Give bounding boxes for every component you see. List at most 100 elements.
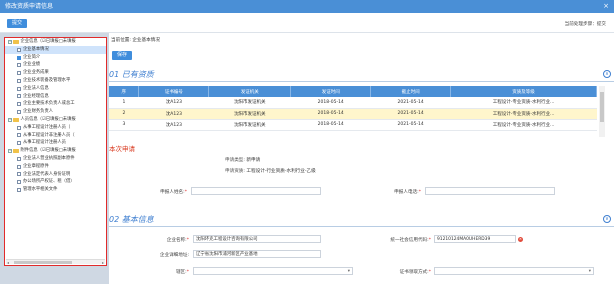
required-mark: * (428, 238, 431, 243)
column-header[interactable]: 序 (109, 86, 140, 97)
checkbox-icon[interactable] (17, 180, 21, 185)
column-header[interactable]: 发证时间 (290, 86, 372, 97)
table-row[interactable]: 2 沈A123 沈阳市发证机关 2018-05-14 2021-05-14 工程设计-专业… (109, 108, 597, 120)
tree-item[interactable]: 企业主要技术负责人或总工 (5, 100, 106, 108)
tree-group[interactable]: − 企业信息（☑已填报□未填报 (5, 38, 106, 46)
checkbox-icon[interactable] (17, 63, 21, 68)
checkbox-icon[interactable] (17, 55, 21, 60)
tree-horizontal-scrollbar[interactable]: ◂ ▸ (6, 259, 105, 265)
cert-method-text: 证书领取方式: (399, 270, 429, 275)
scrollbar-thumb[interactable] (14, 261, 72, 264)
table-cell: 2021-05-14 (370, 97, 451, 109)
checkbox-icon[interactable] (17, 94, 21, 99)
tree-item-label: 企业法人信息 (23, 85, 49, 91)
table-vertical-scrollbar[interactable] (599, 86, 605, 137)
tree-item[interactable]: 企业业务成果 (5, 69, 106, 77)
collapse-down-icon[interactable]: ∨ (603, 215, 611, 223)
checkbox-icon[interactable] (17, 86, 21, 91)
verify-icon[interactable]: ✕ (518, 236, 523, 242)
apply-type: 申请类型: 新申请 (225, 157, 260, 163)
checkbox-icon[interactable] (17, 172, 21, 177)
tree-group[interactable]: − 人员信息（☑已填报□未填报 (5, 116, 106, 124)
tree-item[interactable]: 企业法人营业执照副本原件 (5, 155, 106, 163)
table-cell: 工程设计-专业资质-水利行业... (450, 108, 597, 120)
table-cell: 工程设计-专业资质-水利行业... (450, 119, 597, 131)
table-cell: 2018-05-14 (290, 108, 371, 120)
checkbox-icon[interactable] (17, 102, 21, 107)
qualification-table: 序证书编号 发证机关 发证时间 截止时间 资质及等级 1 沈A123 沈阳市发证机关 2018… (109, 86, 597, 131)
tree-item[interactable]: 企业技术装备及管理水平 (5, 77, 106, 85)
collapse-up-icon[interactable]: ∧ (603, 70, 611, 78)
column-header[interactable]: 资质及等级 (450, 86, 597, 97)
collapse-icon[interactable]: − (8, 149, 12, 154)
cert-method-select[interactable] (434, 267, 594, 275)
company-name-input[interactable]: 沈阳环克工程设计咨询有限公司 (193, 235, 321, 243)
section-title-text: 已有资质 (121, 70, 154, 79)
applicant-name-label: 申报人姓名:* (149, 189, 187, 195)
table-row[interactable]: 1 沈A123 沈阳市发证机关 2018-05-14 2021-05-14 工程设计-专业… (109, 97, 597, 109)
address-input[interactable]: 辽宁省沈阳市浦河新区产业基地 (193, 250, 321, 258)
scroll-left-icon[interactable]: ◂ (7, 260, 9, 265)
section-title-existing: 01 已有资质 (109, 69, 154, 80)
table-cell: 2021-05-14 (370, 108, 451, 120)
table-cell: 2018-05-14 (290, 119, 371, 131)
credit-code-input[interactable]: 91210124MA0UHERD39 (434, 235, 516, 243)
table-cell: 2 (109, 108, 139, 120)
tree-item[interactable]: 从事工程设计注册人员（ (5, 124, 106, 132)
section-title-basic: 02 基本信息 (109, 214, 154, 225)
tree-group-label: 附件信息（☑已填报□未填报 (20, 148, 76, 154)
table-cell: 2021-05-14 (370, 119, 451, 131)
tree-item[interactable]: 管理水平相关文件 (5, 186, 106, 194)
column-header[interactable]: 截止时间 (370, 86, 452, 97)
checkbox-icon[interactable] (17, 164, 21, 169)
apply-qualification-value: 工程设计-行业资质-水利行业-乙级 (246, 169, 316, 174)
checkbox-icon[interactable] (17, 188, 21, 193)
folder-icon (13, 39, 19, 44)
table-cell: 沈A123 (138, 108, 209, 120)
section-title-text: 基本信息 (121, 215, 154, 224)
tree-item[interactable]: 企业基本情况 (5, 45, 106, 54)
tree-item[interactable]: 企业经理信息 (5, 93, 106, 101)
section-number: 01 (109, 70, 120, 79)
tree-item-label: 办公场所产权证、租（借） (23, 179, 75, 185)
tree-item[interactable]: 企业简介 (5, 54, 106, 62)
left-tree-panel: − 企业信息（☑已填报□未填报 企业基本情况 企业简介 企业业绩 企业业务成果 企业技术装备… (4, 37, 107, 266)
save-button[interactable]: 保存 (112, 51, 133, 60)
applicant-name-input[interactable] (191, 187, 321, 195)
checkbox-icon[interactable] (17, 78, 21, 83)
checkbox-icon[interactable] (17, 47, 21, 52)
tree-group[interactable]: − 附件信息（☑已填报□未填报 (5, 147, 106, 155)
applicant-phone-input[interactable] (425, 187, 555, 195)
column-header[interactable]: 证书编号 (138, 86, 210, 97)
scrollbar-thumb[interactable] (600, 92, 604, 122)
checkbox-icon[interactable] (17, 141, 21, 146)
checkbox-icon[interactable] (17, 125, 21, 130)
tree-item[interactable]: 企业业绩 (5, 61, 106, 69)
tree-item[interactable]: 从事工程设计注册人员 (5, 139, 106, 147)
table-cell: 1 (109, 97, 139, 109)
tree-item[interactable]: 从事工程设计非注册人员（ (5, 132, 106, 140)
applicant-phone-text: 申报人电话: (394, 190, 419, 195)
applicant-phone-label: 申报人电话:* (381, 189, 421, 195)
tree-item[interactable]: 企业法定代表人身份证明 (5, 171, 106, 179)
tree-group-label: 人员信息（☑已填报□未填报 (20, 116, 76, 122)
checkbox-icon[interactable] (17, 110, 21, 115)
submit-button[interactable]: 提交 (7, 19, 28, 28)
table-cell: 2018-05-14 (290, 97, 371, 109)
tree-item-label: 从事工程设计注册人员（ (23, 124, 71, 130)
collapse-icon[interactable]: − (8, 117, 12, 122)
region-select[interactable] (193, 267, 353, 275)
tree-item[interactable]: 企业章程原件 (5, 163, 106, 171)
tree-item[interactable]: 企业法人信息 (5, 85, 106, 93)
collapse-icon[interactable]: − (8, 39, 12, 44)
table-row[interactable]: 3 沈A123 沈阳市发证机关 2018-05-14 2021-05-14 工程设计-专业… (109, 119, 597, 131)
checkbox-icon[interactable] (17, 71, 21, 76)
table-cell: 沈阳市发证机关 (208, 108, 291, 120)
scroll-right-icon[interactable]: ▸ (102, 260, 104, 265)
checkbox-icon[interactable] (17, 133, 21, 138)
close-icon[interactable]: × (603, 0, 609, 13)
tree-item[interactable]: 办公场所产权证、租（借） (5, 178, 106, 186)
column-header[interactable]: 发证机关 (208, 86, 292, 97)
tree-item[interactable]: 企业财务负责人 (5, 108, 106, 116)
checkbox-icon[interactable] (17, 156, 21, 161)
